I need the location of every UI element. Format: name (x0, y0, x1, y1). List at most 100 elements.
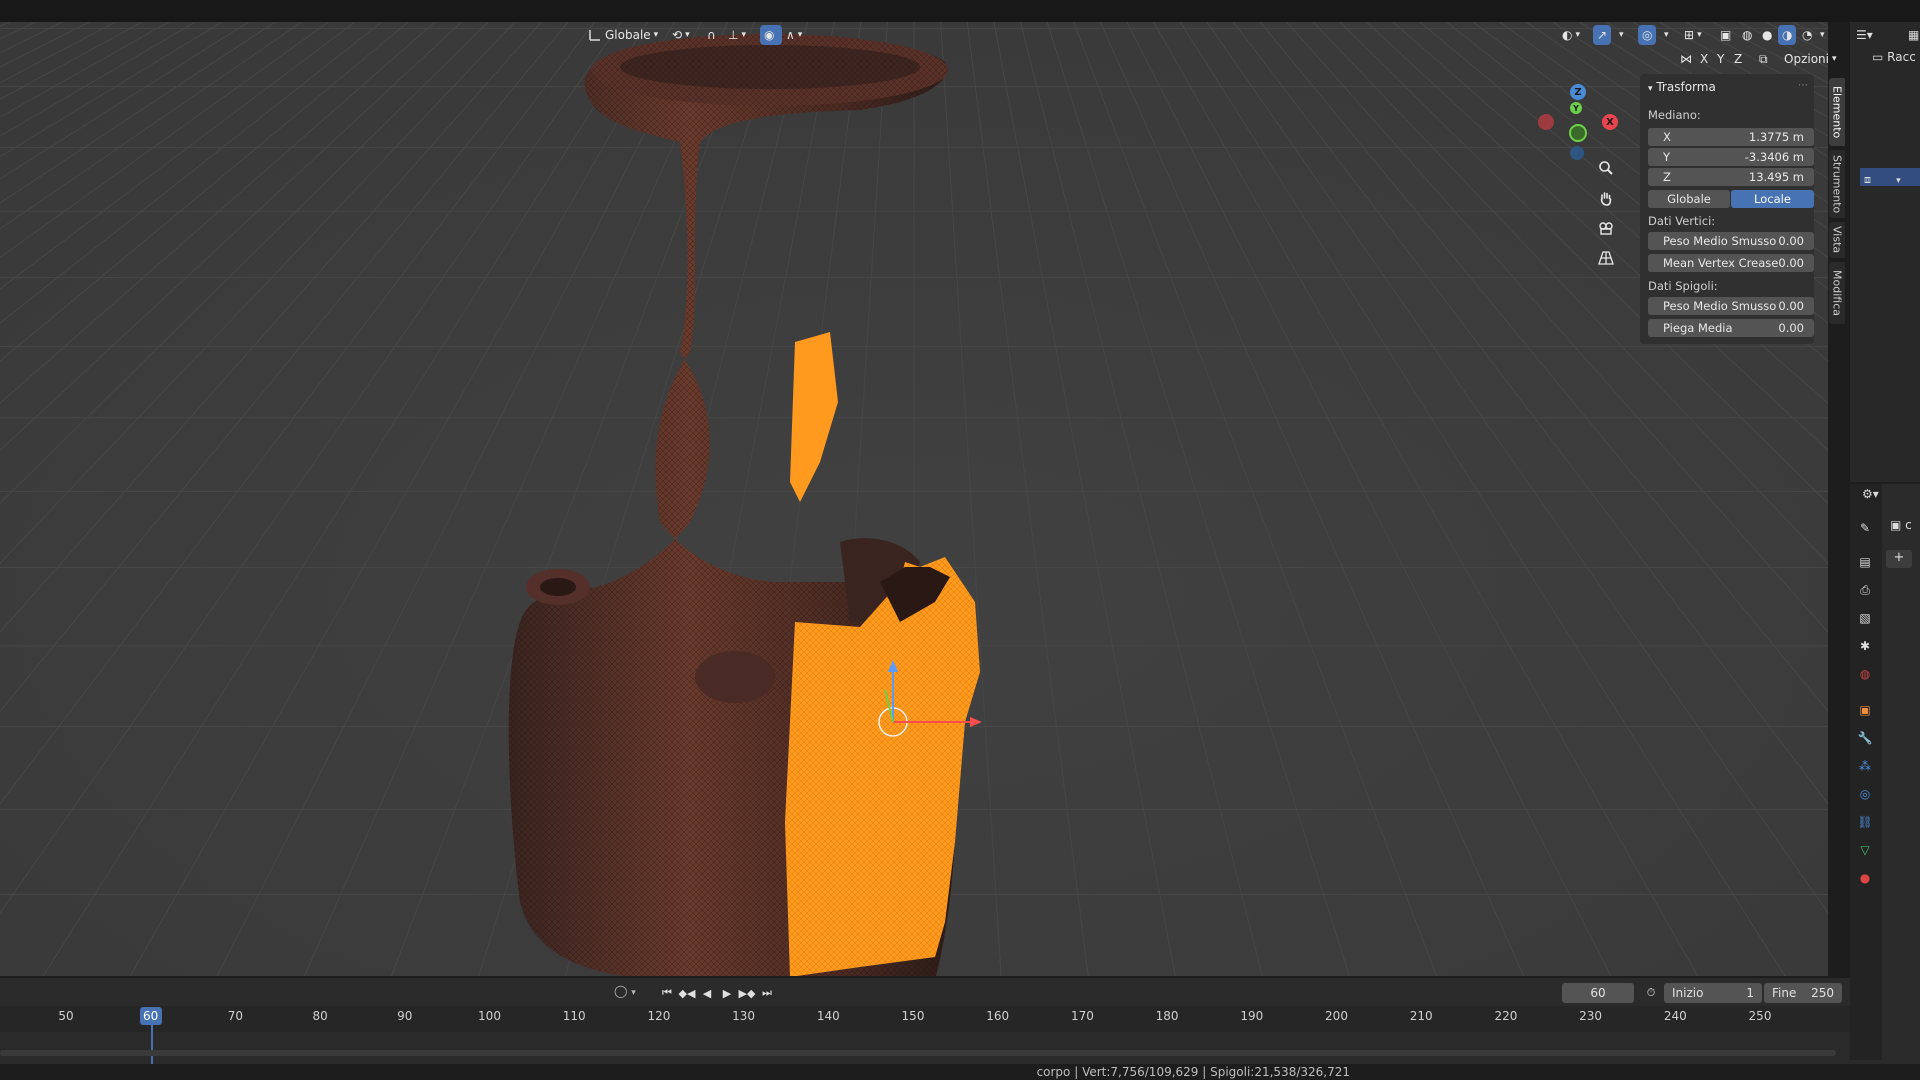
play-button[interactable]: ▶ (718, 984, 736, 1002)
ruler-label-90: 90 (397, 1009, 413, 1023)
wireframe-shading[interactable]: ◍ (1738, 25, 1756, 45)
scene-icon[interactable]: ✱ (1857, 638, 1873, 654)
axis-lock-y[interactable]: Y (1713, 49, 1728, 69)
start-frame-field[interactable]: Inizio 1 (1664, 983, 1762, 1003)
timeline-ruler[interactable] (0, 1006, 1850, 1032)
mesh-data-icon[interactable]: ▽ (1857, 842, 1873, 858)
zoom-icon[interactable] (1594, 156, 1618, 180)
physics-icon[interactable]: ◎ (1857, 786, 1873, 802)
chevron-down-icon: ▾ (1831, 54, 1837, 64)
edge-bevel-value: 0.00 (1778, 299, 1804, 313)
gizmo-toggle[interactable]: ↗ (1593, 25, 1612, 45)
gizmo-x-axis[interactable]: X (1602, 114, 1618, 130)
local-toggle[interactable]: Locale (1731, 190, 1814, 208)
mirror-icon[interactable]: ⋈ (1676, 49, 1696, 69)
overlays-dropdown[interactable]: ▾ (1660, 25, 1673, 45)
object-props-icon[interactable]: ▣ (1857, 702, 1873, 718)
modifier-wrench-icon[interactable]: 🔧 (1857, 730, 1873, 746)
ruler-label-250: 250 (1748, 1009, 1772, 1023)
properties-editor-type-icon[interactable]: ⚙▾ (1862, 487, 1879, 501)
vertex-bevel-weight-field[interactable]: Peso Medio Smusso 0.00 (1648, 232, 1814, 250)
tab-modifica[interactable]: Modifica (1829, 262, 1845, 324)
gizmo-neg-y[interactable] (1569, 124, 1587, 142)
panel-header[interactable]: ▾ Trasforma (1648, 80, 1716, 94)
jump-end-button[interactable]: ⏭ (758, 984, 776, 1002)
render-icon[interactable]: ▤ (1857, 554, 1873, 570)
gizmo-neg-x[interactable] (1538, 114, 1554, 130)
median-y-field[interactable]: Y -3.3406 m (1648, 148, 1814, 166)
stopwatch-icon[interactable]: ⏱ (1642, 984, 1660, 1002)
edge-crease-field[interactable]: Piega Media 0.00 (1648, 319, 1814, 337)
playhead-line[interactable] (151, 1025, 153, 1065)
outliner-filter-icon[interactable]: ▦ (1908, 28, 1919, 42)
edge-bevel-label: Peso Medio Smusso (1663, 299, 1777, 313)
orientation-dropdown[interactable]: Globale ▾ (584, 25, 662, 45)
top-bar (0, 0, 1920, 22)
scene-collection-row[interactable]: ▭ Racc (1872, 50, 1916, 64)
current-frame-field[interactable]: 60 (1562, 983, 1634, 1003)
play-reverse-button[interactable]: ◀ (698, 984, 716, 1002)
prev-keyframe-button[interactable]: ◆◀ (678, 984, 696, 1002)
world-icon[interactable]: ◍ (1857, 666, 1873, 682)
ruler-label-230: 230 (1579, 1009, 1603, 1023)
gizmo-y-axis[interactable]: Y (1570, 102, 1582, 114)
outliner[interactable]: ☰▾ ▦ ▭ Racc ⧈ ▾ (1850, 22, 1920, 482)
visibility-dropdown[interactable]: ◐ ▾ (1558, 25, 1584, 45)
perspective-grid-icon[interactable] (1594, 246, 1618, 270)
falloff-dropdown[interactable]: ∧ ▾ (782, 25, 806, 45)
axis-lock-z[interactable]: Z (1730, 49, 1746, 69)
particles-icon[interactable]: ⁂ (1857, 758, 1873, 774)
topology-mirror-icon[interactable]: ⧉ (1755, 49, 1772, 69)
rendered-shading[interactable]: ◔ (1798, 25, 1816, 45)
ruler-label-70: 70 (227, 1009, 244, 1023)
gizmo-z-axis[interactable]: Z (1570, 84, 1586, 100)
selected-object-row[interactable]: ⧈ ▾ (1860, 168, 1920, 186)
tab-elemento[interactable]: Elemento (1829, 78, 1845, 146)
xray-toggle[interactable]: ▣ (1716, 25, 1735, 45)
gizmo-neg-z[interactable] (1570, 146, 1584, 160)
tab-vista[interactable]: Vista (1829, 222, 1845, 258)
pivot-dropdown[interactable]: ⟲ ▾ (668, 25, 694, 45)
median-z-field[interactable]: Z 13.495 m (1648, 168, 1814, 186)
outliner-editor-type-icon[interactable]: ☰▾ (1856, 28, 1873, 42)
global-toggle[interactable]: Globale (1648, 190, 1730, 208)
tab-strumento[interactable]: Strumento (1829, 150, 1845, 218)
gizmo-dropdown[interactable]: ▾ (1615, 25, 1628, 45)
view-layer-icon[interactable]: ▧ (1857, 610, 1873, 626)
overlays-icon: ◎ (1642, 28, 1653, 42)
material-shading[interactable]: ◑ (1778, 25, 1797, 45)
pan-hand-icon[interactable] (1594, 186, 1618, 210)
3d-viewport[interactable]: Z Y X (0, 22, 1828, 976)
edge-bevel-weight-field[interactable]: Peso Medio Smusso 0.00 (1648, 297, 1814, 315)
next-keyframe-button[interactable]: ▶◆ (738, 984, 756, 1002)
z-label: Z (1663, 170, 1671, 184)
play-reverse-icon: ◀ (702, 986, 712, 1000)
material-icon[interactable]: ● (1857, 870, 1873, 886)
median-x-field[interactable]: X 1.3775 m (1648, 128, 1814, 146)
axis-lock-x[interactable]: X (1696, 49, 1712, 69)
proportional-editing-toggle[interactable]: ◉ (760, 25, 782, 45)
options-dropdown[interactable]: Opzioni ▾ (1780, 49, 1841, 69)
drag-handle-icon[interactable]: ⋯ (1798, 80, 1808, 91)
mesh-edit-overlays-dropdown[interactable]: ⊞ ▾ (1680, 25, 1706, 45)
vertex-crease-field[interactable]: Mean Vertex Crease 0.00 (1648, 254, 1814, 272)
jump-start-button[interactable]: ⏮ (658, 984, 676, 1002)
status-bar: corpo | Vert:7,756/109,629 | Spigoli:21,… (0, 1064, 1920, 1080)
overlays-toggle[interactable]: ◎ (1638, 25, 1657, 45)
tool-icon[interactable]: ✎ (1857, 520, 1873, 536)
sidebar-transform-panel: ▾ Trasforma ⋯ Mediano: X 1.3775 m Y -3.340… (1640, 74, 1814, 344)
output-icon[interactable]: ⎙ (1857, 582, 1873, 598)
shading-dropdown[interactable]: ▾ (1816, 25, 1829, 45)
end-frame-field[interactable]: Fine 250 (1764, 983, 1842, 1003)
keyframe-record-toggle[interactable]: ◯ ▾ (614, 984, 636, 998)
camera-view-icon[interactable] (1594, 216, 1618, 240)
solid-shading[interactable]: ● (1758, 25, 1776, 45)
vertex-bevel-value: 0.00 (1778, 234, 1804, 248)
add-modifier-button[interactable]: + (1886, 550, 1912, 568)
timeline-scrollbar[interactable] (0, 1050, 1836, 1056)
snap-toggle[interactable]: ∩ (703, 25, 720, 45)
timeline-track[interactable] (0, 1032, 1850, 1064)
properties-object-tab[interactable]: ▣ c (1890, 518, 1912, 532)
constraints-icon[interactable]: ⛓ (1857, 814, 1873, 830)
snap-target-dropdown[interactable]: ⊥ ▾ (724, 25, 750, 45)
